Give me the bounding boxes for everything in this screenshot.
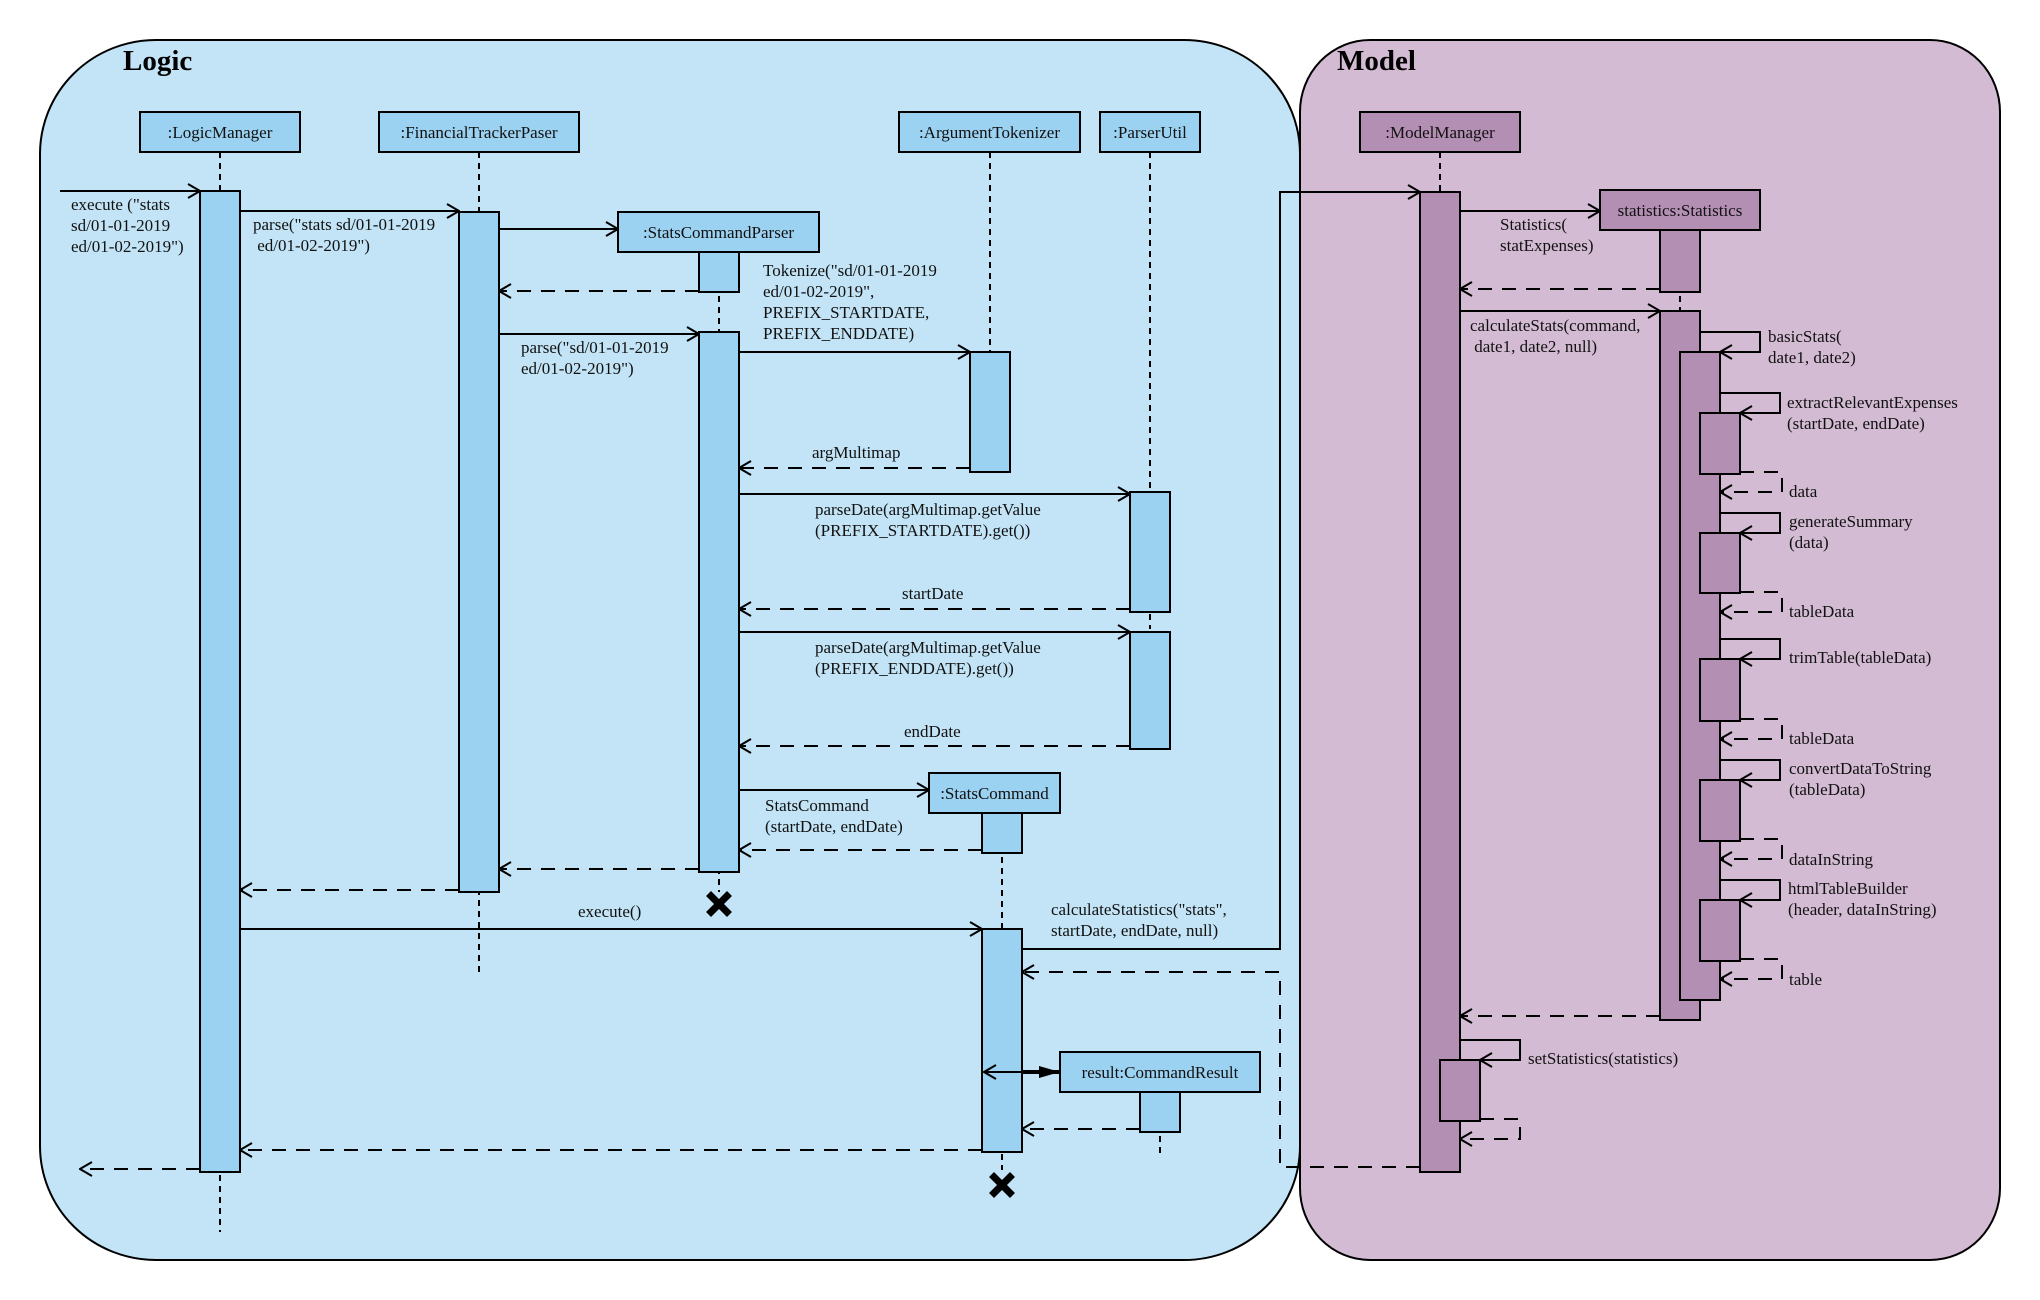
message-label-start-date-return: startDate [902, 584, 963, 603]
statistics-convert-bar [1699, 779, 1741, 842]
message-label-line: startDate, endDate, null) [1051, 921, 1218, 940]
command-result-bar [1139, 1091, 1181, 1133]
participant-label: :StatsCommandParser [643, 223, 794, 242]
participant-argument-tokenizer: :ArgumentTokenizer [898, 111, 1081, 153]
message-label-line: PREFIX_ENDDATE) [763, 324, 914, 343]
logic-manager-bar [199, 190, 241, 1173]
message-label-line: table [1789, 970, 1822, 989]
participant-label: :StatsCommand [940, 784, 1049, 803]
message-label-line: setStatistics(statistics) [1528, 1049, 1678, 1068]
message-label-execute-in: execute ("stats sd/01-01-2019 ed/01-02-201… [71, 195, 184, 256]
message-label-trim-table: trimTable(tableData) [1789, 648, 1931, 667]
message-label-line: endDate [904, 722, 961, 741]
message-label-execute-command: execute() [578, 902, 641, 921]
sequence-diagram: Model Logic :LogicManager :FinancialTrack… [39, 39, 2001, 1261]
participant-label: :LogicManager [168, 123, 273, 142]
stats-command-parser-bar [698, 331, 740, 873]
message-label-line: data [1789, 482, 1818, 501]
stats-command-init-bar [981, 812, 1023, 854]
message-label-line: date1, date2, null) [1470, 337, 1597, 356]
message-label-line: statExpenses) [1500, 236, 1593, 255]
model-manager-bar [1419, 191, 1461, 1173]
message-label-table-return: table [1789, 970, 1822, 989]
statistics-extract-bar [1699, 412, 1741, 475]
participant-model-manager: :ModelManager [1359, 111, 1521, 153]
message-label-line: ed/01-02-2019") [521, 359, 634, 378]
message-label-end-date-return: endDate [904, 722, 961, 741]
message-label-line: tableData [1789, 729, 1855, 748]
message-label-line: extractRelevantExpenses [1787, 393, 1958, 412]
participant-command-result: result:CommandResult [1059, 1051, 1261, 1093]
message-label-line: dataInString [1789, 850, 1874, 869]
statistics-html-bar [1699, 899, 1741, 962]
message-label-line: (tableData) [1789, 780, 1865, 799]
stats-command-parser-init-bar [698, 251, 740, 293]
participant-label: :FinancialTrackerPaser [400, 123, 557, 142]
message-label-line: ed/01-02-2019") [253, 236, 370, 255]
message-label-line: (data) [1789, 533, 1829, 552]
participant-label: :ArgumentTokenizer [919, 123, 1060, 142]
message-label-line: generateSummary [1789, 512, 1913, 531]
parser-util-bar-2 [1129, 631, 1171, 750]
participant-stats-command-parser: :StatsCommandParser [617, 211, 820, 253]
parser-util-bar-1 [1129, 491, 1171, 613]
participant-parser-util: :ParserUtil [1099, 111, 1201, 153]
message-label-line: tableData [1789, 602, 1855, 621]
financial-tracker-paser-bar [458, 211, 500, 893]
message-label-line: startDate [902, 584, 963, 603]
participant-stats-command: :StatsCommand [928, 772, 1061, 814]
participant-label: :ParserUtil [1113, 123, 1187, 142]
participant-label: statistics:Statistics [1618, 201, 1743, 220]
message-label-line: execute() [578, 902, 641, 921]
participant-financial-tracker-paser: :FinancialTrackerPaser [378, 111, 580, 153]
message-label-line: htmlTableBuilder [1788, 879, 1908, 898]
message-label-line: (header, dataInString) [1788, 900, 1936, 919]
stats-command-execute-bar [981, 928, 1023, 1153]
message-label-line: date1, date2) [1768, 348, 1856, 367]
message-label-line: parse("stats sd/01-01-2019 [253, 215, 435, 234]
message-label-line: (PREFIX_ENDDATE).get()) [815, 659, 1014, 678]
message-label-line: trimTable(tableData) [1789, 648, 1931, 667]
message-label-table-data-return-1: tableData [1789, 602, 1855, 621]
argument-tokenizer-bar [969, 351, 1011, 473]
message-label-line: (startDate, endDate) [1787, 414, 1925, 433]
message-label-line: basicStats( [1768, 327, 1842, 346]
message-label-line: Tokenize("sd/01-01-2019 [763, 261, 937, 280]
message-label-data-return: data [1789, 482, 1818, 501]
participant-label: :ModelManager [1385, 123, 1495, 142]
model-manager-set-statistics-bar [1439, 1059, 1481, 1122]
message-label-line: parseDate(argMultimap.getValue [815, 638, 1041, 657]
message-label-table-data-return-2: tableData [1789, 729, 1855, 748]
message-label-line: calculateStats(command, [1470, 316, 1640, 335]
model-frame-title: Model [1337, 45, 1416, 77]
participant-logic-manager: :LogicManager [139, 111, 301, 153]
message-label-line: PREFIX_STARTDATE, [763, 303, 929, 322]
message-label-line: Statistics( [1500, 215, 1567, 234]
message-label-line: ed/01-02-2019", [763, 282, 874, 301]
message-label-line: argMultimap [812, 443, 900, 462]
participant-statistics: statistics:Statistics [1599, 189, 1761, 231]
message-label-line: parseDate(argMultimap.getValue [815, 500, 1041, 519]
message-label-line: ed/01-02-2019") [71, 237, 184, 256]
message-label-line: (startDate, endDate) [765, 817, 903, 836]
message-label-line: sd/01-01-2019 [71, 216, 170, 235]
statistics-trim-bar [1699, 658, 1741, 722]
message-label-data-in-string-return: dataInString [1789, 850, 1874, 869]
message-label-line: parse("sd/01-01-2019 [521, 338, 669, 357]
message-label-set-statistics: setStatistics(statistics) [1528, 1049, 1678, 1068]
message-label-line: execute ("stats [71, 195, 170, 214]
message-label-line: StatsCommand [765, 796, 869, 815]
statistics-init-bar [1659, 229, 1701, 293]
message-label-arg-multimap-return: argMultimap [812, 443, 900, 462]
message-label-line: convertDataToString [1789, 759, 1932, 778]
statistics-summary-bar [1699, 532, 1741, 594]
participant-label: result:CommandResult [1082, 1063, 1239, 1082]
message-label-line: calculateStatistics("stats", [1051, 900, 1227, 919]
message-label-line: (PREFIX_STARTDATE).get()) [815, 521, 1030, 540]
logic-frame-title: Logic [123, 45, 192, 77]
